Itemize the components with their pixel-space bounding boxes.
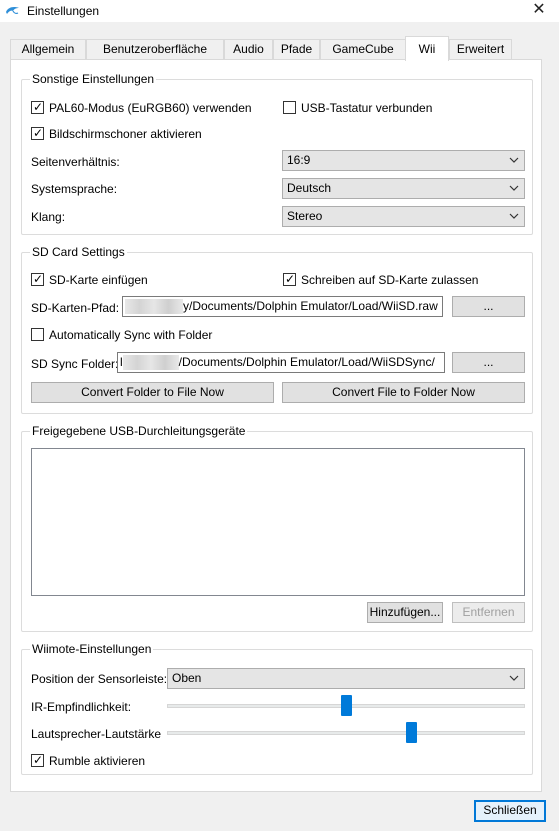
sd-insert-label: SD-Karte einfügen	[49, 273, 148, 287]
aspect-ratio-select[interactable]: 16:9	[282, 150, 525, 171]
sd-sync-browse-button[interactable]: ...	[452, 352, 525, 373]
sensor-bar-label: Position der Sensorleiste:	[31, 672, 168, 686]
tab-audio[interactable]: Audio	[224, 39, 273, 60]
misc-settings-title: Sonstige Einstellungen	[30, 72, 157, 86]
sound-value: Stereo	[287, 209, 323, 223]
ir-sensitivity-label: IR-Empfindlichkeit:	[31, 700, 132, 714]
usb-keyboard-checkbox[interactable]	[283, 101, 296, 114]
redacted-text	[122, 355, 179, 371]
aspect-ratio-label: Seitenverhältnis:	[31, 155, 120, 169]
close-window-button[interactable]: ✕	[519, 0, 559, 22]
sd-path-field[interactable]: y/Documents/Dolphin Emulator/Load/WiiSD.…	[122, 296, 443, 317]
autosync-checkbox[interactable]	[31, 328, 44, 341]
chevron-down-icon	[509, 675, 519, 681]
tab-gamecube[interactable]: GameCube	[320, 39, 406, 60]
usb-device-list[interactable]	[31, 448, 525, 596]
sd-card-group: SD Card Settings ✓ SD-Karte einfügen ✓ S…	[21, 245, 533, 414]
wiimote-settings-title: Wiimote-Einstellungen	[30, 642, 154, 656]
tab-erweitert[interactable]: Erweitert	[449, 39, 512, 60]
remove-usb-device-button[interactable]: Entfernen	[452, 602, 525, 623]
usb-keyboard-label: USB-Tastatur verbunden	[301, 101, 433, 115]
ir-sensitivity-thumb[interactable]	[340, 695, 352, 716]
rumble-checkbox[interactable]: ✓	[31, 753, 44, 767]
sd-allow-write-label: Schreiben auf SD-Karte zulassen	[301, 273, 479, 287]
autosync-label: Automatically Sync with Folder	[49, 328, 213, 342]
sd-path-value: y/Documents/Dolphin Emulator/Load/WiiSD.…	[183, 299, 438, 313]
system-language-label: Systemsprache:	[31, 182, 118, 196]
convert-folder-to-file-button[interactable]: Convert Folder to File Now	[31, 382, 274, 403]
chevron-down-icon	[509, 157, 519, 163]
title-bar: Einstellungen ✕	[0, 0, 559, 22]
speaker-volume-thumb[interactable]	[406, 722, 418, 743]
checkmark-icon: ✓	[285, 272, 296, 286]
sound-select[interactable]: Stereo	[282, 206, 525, 227]
tab-pfade[interactable]: Pfade	[273, 39, 320, 60]
sd-path-label: SD-Karten-Pfad:	[31, 301, 120, 315]
sd-path-browse-button[interactable]: ...	[452, 296, 525, 317]
tab-wii[interactable]: Wii	[405, 36, 449, 61]
sd-sync-folder-field[interactable]: l/Documents/Dolphin Emulator/Load/WiiSDS…	[117, 352, 445, 373]
tab-benutzeroberflaeche[interactable]: Benutzeroberfläche	[86, 39, 224, 60]
sd-allow-write-checkbox[interactable]: ✓	[283, 272, 296, 286]
checkmark-icon: ✓	[33, 126, 44, 140]
screensaver-label: Bildschirmschoner aktivieren	[49, 127, 202, 141]
screensaver-checkbox[interactable]: ✓	[31, 126, 44, 140]
sound-label: Klang:	[31, 210, 66, 224]
system-language-select[interactable]: Deutsch	[282, 178, 525, 199]
wii-settings-panel: Sonstige Einstellungen ✓ PAL60-Modus (Eu…	[10, 59, 542, 792]
wiimote-settings-group: Wiimote-Einstellungen Position der Senso…	[21, 642, 533, 775]
usb-passthrough-group: Freigegebene USB-Durchleitungsgeräte Hin…	[21, 424, 533, 632]
speaker-volume-track[interactable]	[167, 731, 525, 735]
close-button[interactable]: Schließen	[474, 800, 546, 822]
usb-passthrough-title: Freigegebene USB-Durchleitungsgeräte	[30, 424, 248, 438]
sd-card-title: SD Card Settings	[30, 245, 127, 259]
checkmark-icon: ✓	[33, 753, 44, 767]
sensor-bar-value: Oben	[172, 671, 202, 685]
tab-bar: Allgemein Benutzeroberfläche Audio Pfade…	[10, 36, 550, 61]
sd-sync-folder-label: SD Sync Folder:	[31, 357, 119, 371]
chevron-down-icon	[509, 213, 519, 219]
speaker-volume-label: Lautsprecher-Lautstärke	[31, 727, 162, 741]
redacted-text	[125, 299, 183, 315]
sd-sync-folder-value: /Documents/Dolphin Emulator/Load/WiiSDSy…	[178, 355, 435, 369]
chevron-down-icon	[509, 185, 519, 191]
checkmark-icon: ✓	[33, 272, 44, 286]
convert-file-to-folder-button[interactable]: Convert File to Folder Now	[282, 382, 525, 403]
aspect-ratio-value: 16:9	[287, 153, 311, 167]
dolphin-icon	[6, 7, 19, 14]
sensor-bar-select[interactable]: Oben	[167, 668, 525, 689]
system-language-value: Deutsch	[287, 181, 332, 195]
sd-insert-checkbox[interactable]: ✓	[31, 272, 44, 286]
pal60-checkbox[interactable]: ✓	[31, 100, 44, 114]
rumble-label: Rumble aktivieren	[49, 754, 146, 768]
checkmark-icon: ✓	[33, 100, 44, 114]
window-title: Einstellungen	[27, 4, 100, 18]
add-usb-device-button[interactable]: Hinzufügen...	[367, 602, 443, 623]
pal60-label: PAL60-Modus (EuRGB60) verwenden	[49, 101, 252, 115]
tab-allgemein[interactable]: Allgemein	[10, 39, 86, 60]
misc-settings-group: Sonstige Einstellungen ✓ PAL60-Modus (Eu…	[21, 72, 533, 235]
